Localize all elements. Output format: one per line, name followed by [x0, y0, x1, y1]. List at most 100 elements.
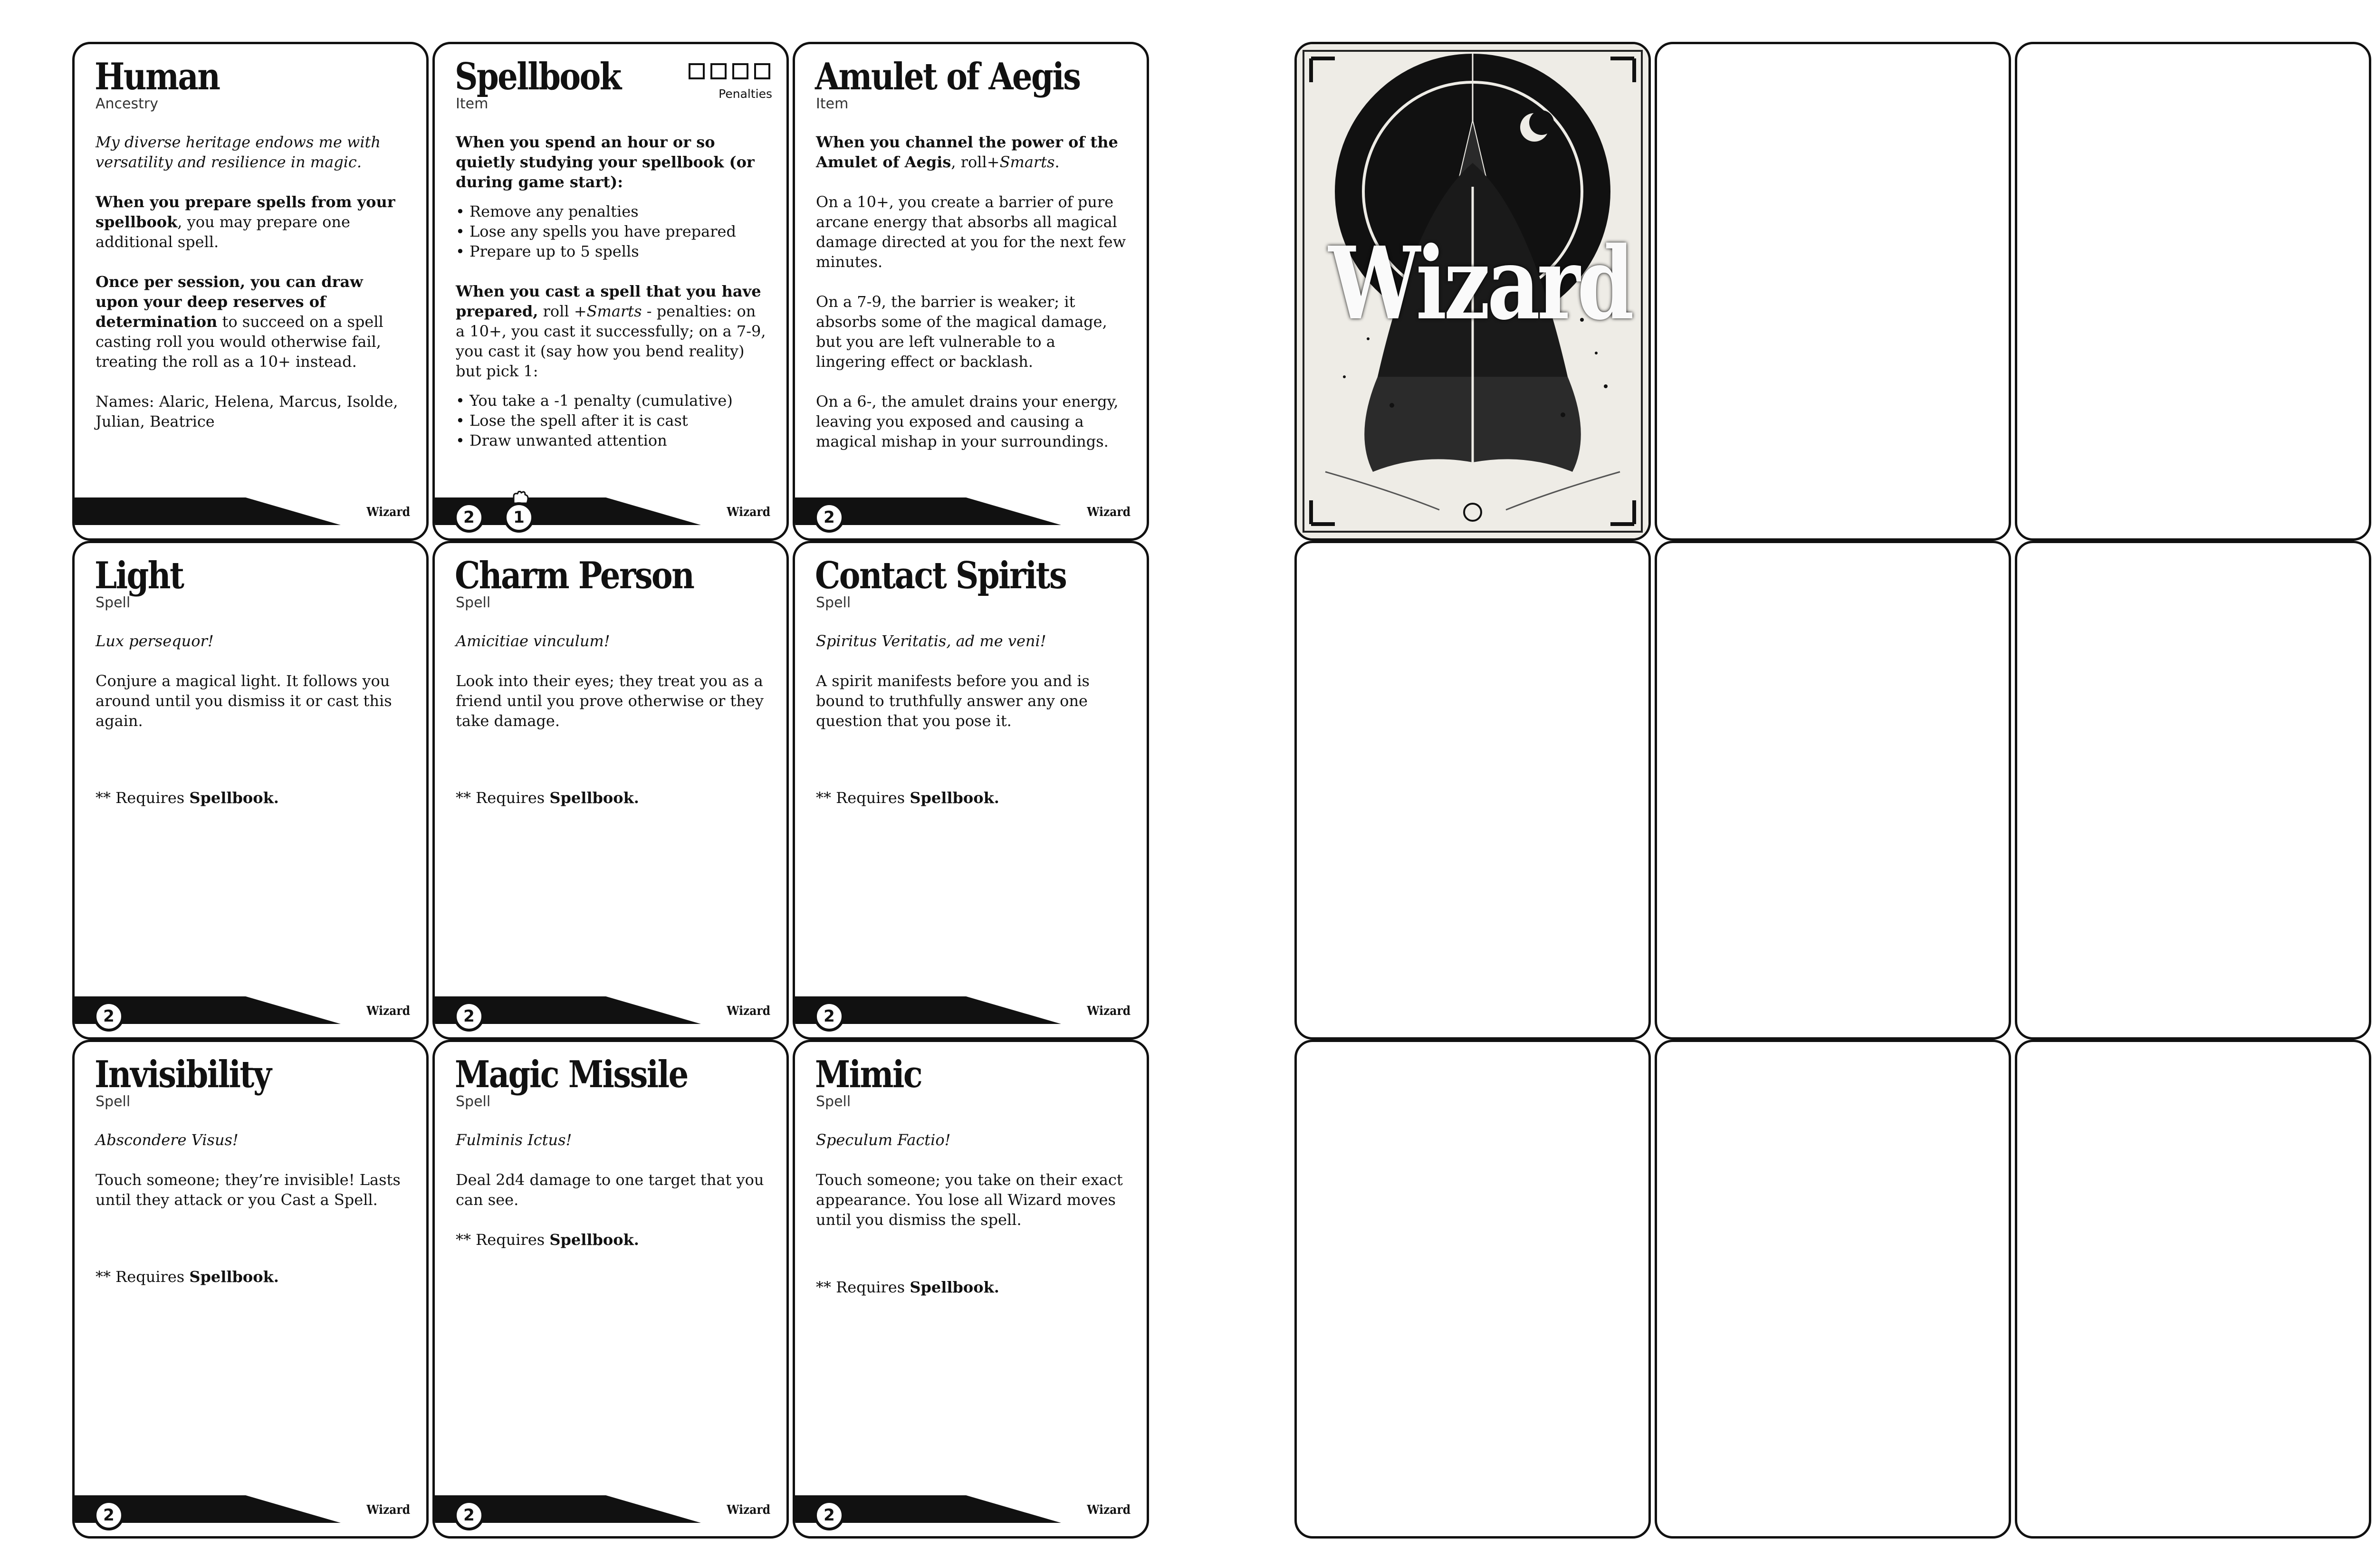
requirement-text: ** Requires Spellbook. [456, 1230, 768, 1250]
requirement-item: Spellbook. [189, 1268, 279, 1286]
card-title: Human [95, 55, 220, 98]
stat-name: Smarts [586, 302, 642, 320]
class-name: Wizard [366, 1503, 410, 1517]
card-body: Abscondere Visus! Touch someone; they’re… [96, 1130, 408, 1307]
card-body: Lux persequor! Conjure a magical light. … [96, 631, 408, 828]
card-light[interactable]: Light Spell Lux persequor! Conjure a mag… [72, 541, 429, 1040]
card-human[interactable]: Human Ancestry My diverse heritage endow… [72, 42, 429, 541]
card-type: Item [816, 96, 849, 112]
card-title: Light [95, 554, 184, 597]
outcome-text: On a 7-9, the barrier is weaker; it abso… [816, 293, 1107, 371]
secondary-cost-badge: 1 [504, 502, 534, 533]
class-name: Wizard [1087, 1503, 1131, 1517]
requirement-text: ** Requires Spellbook. [816, 788, 1129, 808]
flavor-text: Fulminis Ictus! [456, 1131, 572, 1149]
card-title: Magic Missile [455, 1053, 689, 1096]
rule-effect: , roll+ [951, 153, 1000, 171]
requirement-text: ** Requires Spellbook. [96, 788, 408, 808]
stat-name: Smarts [999, 153, 1055, 171]
option-list: You take a -1 penalty (cumulative) Lose … [456, 391, 768, 450]
list-item: Remove any penalties [456, 201, 768, 221]
requirement-item: Spellbook. [910, 789, 999, 807]
outcome-text: On a 10+, you create a barrier of pure a… [816, 193, 1126, 271]
card-title: Spellbook [455, 55, 622, 98]
flavor-text: Abscondere Visus! [96, 1131, 239, 1149]
card-blank [2015, 1040, 2371, 1539]
rule-trigger: When you spend an hour or so quietly stu… [456, 133, 755, 191]
card-blank [2015, 541, 2371, 1040]
requirement-text: ** Requires Spellbook. [816, 1277, 1129, 1297]
card-charm-person[interactable]: Charm Person Spell Amicitiae vinculum! L… [432, 541, 789, 1040]
card-invisibility[interactable]: Invisibility Spell Abscondere Visus! Tou… [72, 1040, 429, 1539]
list-item: Prepare up to 5 spells [456, 241, 768, 261]
card-body: My diverse heritage endows me with versa… [96, 132, 408, 451]
requirement-text: ** Requires Spellbook. [96, 1267, 408, 1287]
spell-description: Look into their eyes; they treat you as … [456, 672, 764, 730]
card-title: Mimic [815, 1053, 923, 1096]
class-name: Wizard [1087, 505, 1131, 519]
class-name: Wizard [727, 1503, 770, 1517]
requirement-item: Spellbook. [549, 789, 639, 807]
card-blank [1294, 1040, 1651, 1539]
card-title: Amulet of Aegis [815, 55, 1081, 98]
card-type: Spell [456, 594, 491, 611]
card-type: Spell [816, 594, 851, 611]
outcome-text: On a 6-, the amulet drains your energy, … [816, 392, 1119, 450]
requirement-text: ** Requires Spellbook. [456, 788, 768, 808]
card-body: Fulminis Ictus! Deal 2d4 damage to one t… [456, 1130, 768, 1270]
card-type: Spell [456, 1093, 491, 1110]
rule-text: When you prepare spells from your spellb… [96, 192, 408, 252]
cost-badge: 2 [814, 1500, 844, 1530]
list-item: Lose any spells you have prepared [456, 221, 768, 241]
card-blank [1294, 541, 1651, 1040]
cost-badge: 2 [454, 1500, 484, 1530]
class-name: Wizard [1087, 1004, 1131, 1018]
requirement-prefix: ** Requires [96, 789, 190, 807]
card-title: Charm Person [455, 554, 695, 597]
names-text: Names: Alaric, Helena, Marcus, Isolde, J… [96, 392, 398, 430]
class-name: Wizard [727, 1004, 770, 1018]
card-type: Spell [96, 594, 131, 611]
requirement-prefix: ** Requires [456, 789, 550, 807]
rule-text: When you cast a spell that you have prep… [456, 281, 768, 381]
card-blank [2015, 42, 2371, 541]
class-name: Wizard [366, 505, 410, 519]
card-contact-spirits[interactable]: Contact Spirits Spell Spiritus Veritatis… [793, 541, 1149, 1040]
class-name: Wizard [366, 1004, 410, 1018]
card-title: Invisibility [95, 1053, 272, 1096]
requirement-prefix: ** Requires [96, 1268, 190, 1286]
list-item: Lose the spell after it is cast [456, 411, 768, 430]
spell-description: A spirit manifests before you and is bou… [816, 672, 1090, 730]
flavor-text: Spiritus Veritatis, ad me veni! [816, 632, 1046, 650]
card-amulet-of-aegis[interactable]: Amulet of Aegis Item When you channel th… [793, 42, 1149, 541]
cost-badge: 2 [454, 1001, 484, 1032]
card-blank [1655, 541, 2011, 1040]
list-item: Draw unwanted attention [456, 430, 768, 450]
requirement-prefix: ** Requires [816, 789, 910, 807]
card-spellbook[interactable]: Spellbook Item Penalties When you spend … [432, 42, 789, 541]
penalty-checkboxes[interactable] [688, 62, 773, 81]
penalties-label: Penalties [719, 87, 772, 101]
cost-badge: 2 [814, 502, 844, 533]
requirement-item: Spellbook. [189, 789, 279, 807]
cost-badge: 2 [454, 502, 484, 533]
card-wizard-art[interactable]: Wizard [1294, 42, 1651, 541]
card-type: Spell [96, 1093, 131, 1110]
flavor-text: Speculum Factio! [816, 1131, 951, 1149]
cost-badge: 2 [814, 1001, 844, 1032]
card-body: Speculum Factio! Touch someone; you take… [816, 1130, 1129, 1317]
requirement-item: Spellbook. [910, 1278, 999, 1296]
flavor-text: Amicitiae vinculum! [456, 632, 610, 650]
card-magic-missile[interactable]: Magic Missile Spell Fulminis Ictus! Deal… [432, 1040, 789, 1539]
requirement-prefix: ** Requires [456, 1231, 550, 1249]
flavor-text: My diverse heritage endows me with versa… [96, 133, 381, 171]
rule-text: When you channel the power of the Amulet… [816, 132, 1129, 172]
card-body: When you spend an hour or so quietly stu… [456, 132, 768, 470]
list-item: You take a -1 penalty (cumulative) [456, 391, 768, 411]
spell-description: Conjure a magical light. It follows you … [96, 672, 392, 730]
card-mimic[interactable]: Mimic Spell Speculum Factio! Touch someo… [793, 1040, 1149, 1539]
card-blank [1655, 1040, 2011, 1539]
card-body: Amicitiae vinculum! Look into their eyes… [456, 631, 768, 828]
rule-effect: . [1054, 153, 1060, 171]
card-body: When you channel the power of the Amulet… [816, 132, 1129, 471]
